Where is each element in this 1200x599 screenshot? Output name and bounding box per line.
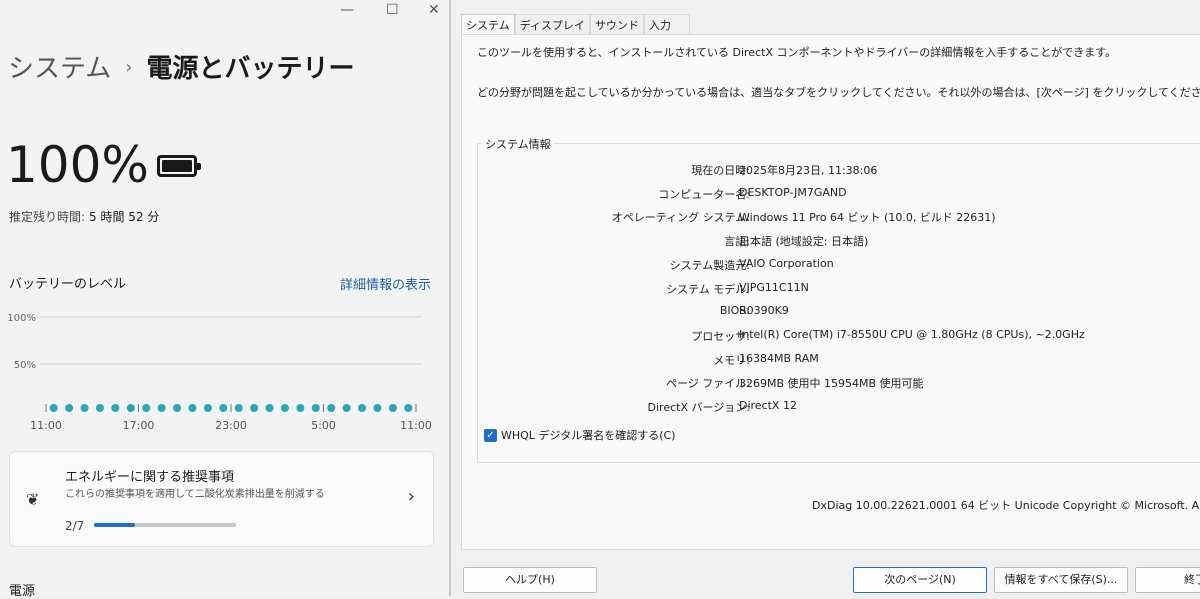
x-tick-label: 5:00 — [311, 419, 336, 432]
data-point — [219, 404, 228, 412]
data-point — [203, 404, 212, 412]
x-tick-label: 11:00 — [30, 419, 62, 432]
checkmark-icon: ✓ — [484, 428, 497, 442]
tab-system[interactable]: システム — [461, 14, 515, 35]
close-button[interactable]: ✕ — [428, 2, 440, 18]
x-tick-label: 11:00 — [400, 419, 432, 432]
data-point — [173, 404, 182, 412]
info-value: VAIO Corporation — [739, 256, 834, 270]
data-point — [280, 404, 289, 412]
system-tab-pane: このツールを使用すると、インストールされている DirectX コンポーネントや… — [461, 34, 1200, 550]
help-button[interactable]: ヘルプ(H) — [463, 567, 597, 593]
info-value: R0390K9 — [739, 304, 789, 318]
data-point — [95, 404, 104, 412]
tab-display[interactable]: ディスプレイ — [514, 14, 590, 35]
info-value: 2025年8月23日, 11:38:06 — [739, 164, 878, 177]
exit-button[interactable]: 終了 — [1135, 567, 1200, 593]
x-tick-label: 23:00 — [215, 419, 247, 432]
x-tick-label: 17:00 — [123, 419, 155, 432]
dxdiag-window: システム ディスプレイ サウンド 入力 このツールを使用すると、インストールされ… — [453, 0, 1200, 596]
power-section-header: 電源 — [9, 584, 36, 599]
y-tick-label: 100% — [7, 313, 36, 324]
maximize-button[interactable]: ☐ — [386, 2, 399, 18]
intro-text-2: どの分野が問題を起こしているか分かっている場合は、適当なタブをクリックしてくださ… — [477, 86, 1200, 99]
tab-input[interactable]: 入力 — [643, 14, 690, 35]
data-point — [49, 404, 58, 412]
info-value: 日本語 (地域設定: 日本語) — [739, 235, 869, 249]
data-point — [342, 404, 351, 412]
energy-recommendation-card[interactable]: ❦ エネルギーに関する推奨事項 これらの推奨事項を適用して二酸化炭素排出量を削減… — [9, 451, 434, 547]
data-point — [265, 404, 274, 412]
card-subtitle: これらの推奨事項を適用して二酸化炭素排出量を削減する — [65, 489, 325, 500]
info-value: 3269MB 使用中 15954MB 使用可能 — [739, 377, 924, 391]
info-value: VJPG11C11N — [739, 280, 809, 294]
version-text: DxDiag 10.00.22621.0001 64 ビット Unicode C… — [812, 499, 1200, 512]
chevron-right-icon: › — [125, 57, 133, 78]
info-label: オペレーティング システム: — [611, 211, 750, 225]
data-point — [250, 404, 259, 412]
remaining-label: 推定残り時間: — [9, 210, 86, 224]
progress-fill — [94, 523, 135, 527]
info-value: Intel(R) Core(TM) i7-8550U CPU @ 1.80GHz… — [739, 327, 1085, 341]
data-point — [388, 404, 397, 412]
whql-label: WHQL デジタル署名を確認する(C) — [501, 429, 676, 442]
data-point — [188, 404, 197, 412]
data-point — [296, 404, 305, 412]
battery-icon — [157, 155, 201, 177]
data-point — [80, 404, 89, 412]
info-value: 16384MB RAM — [739, 351, 819, 365]
save-all-button[interactable]: 情報をすべて保存(S)... — [994, 567, 1128, 593]
data-point — [404, 404, 413, 412]
data-point — [157, 404, 166, 412]
whql-checkbox[interactable]: ✓ WHQL デジタル署名を確認する(C) — [484, 427, 675, 443]
minimize-button[interactable]: — — [340, 2, 354, 18]
data-point — [373, 404, 382, 412]
progress-text: 2/7 — [65, 519, 85, 533]
data-point — [234, 404, 243, 412]
data-point — [142, 404, 151, 412]
info-value: DirectX 12 — [739, 399, 797, 412]
tab-sound[interactable]: サウンド — [589, 14, 644, 35]
breadcrumb: システム › 電源とバッテリー — [8, 48, 354, 85]
data-point — [126, 404, 135, 412]
battery-level-title: バッテリーのレベル — [9, 277, 127, 292]
info-label: DirectX バージョン: — [647, 401, 750, 414]
info-value: Windows 11 Pro 64 ビット (10.0, ビルド 22631) — [739, 211, 996, 225]
remaining-time: 推定残り時間: 5 時間 52 分 — [9, 208, 159, 225]
info-label: ページ ファイル: — [666, 377, 750, 391]
page-title: 電源とバッテリー — [146, 54, 355, 84]
breadcrumb-system[interactable]: システム — [8, 54, 111, 84]
data-point — [65, 404, 74, 412]
battery-percent: 100% — [6, 136, 149, 194]
system-info-group: システム情報 現在の日時: 2025年8月23日, 11:38:06 コンピューター… — [477, 136, 1200, 463]
settings-window: — ☐ ✕ システム › 電源とバッテリー 100% 推定残り時間: 5 時間 52 … — [0, 0, 451, 599]
chevron-right-icon: › — [407, 486, 415, 507]
info-value: DESKTOP-JM7GAND — [739, 185, 847, 199]
intro-text: このツールを使用すると、インストールされている DirectX コンポーネントや… — [477, 46, 1117, 59]
card-title: エネルギーに関する推奨事項 — [65, 470, 235, 485]
data-point — [327, 404, 336, 412]
data-point — [311, 404, 320, 412]
info-label: コンピューター名: — [658, 187, 750, 201]
y-tick-label: 50% — [14, 360, 36, 371]
group-title: システム情報 — [482, 136, 554, 152]
battery-level-chart: 100% 50% 11:00 17:00 23:00 5:00 11:00 — [7, 313, 432, 432]
next-page-button[interactable]: 次のページ(N) — [853, 567, 987, 593]
data-point — [111, 404, 120, 412]
leaf-icon: ❦ — [26, 490, 40, 509]
data-point — [358, 404, 367, 412]
progress-bar — [94, 523, 236, 527]
info-label: システム製造元: — [669, 258, 750, 272]
remaining-value: 5 時間 52 分 — [89, 210, 160, 224]
detail-link[interactable]: 詳細情報の表示 — [340, 274, 431, 293]
info-label: システム モデル: — [666, 282, 750, 296]
tab-bar: システム ディスプレイ サウンド 入力 — [461, 14, 690, 35]
